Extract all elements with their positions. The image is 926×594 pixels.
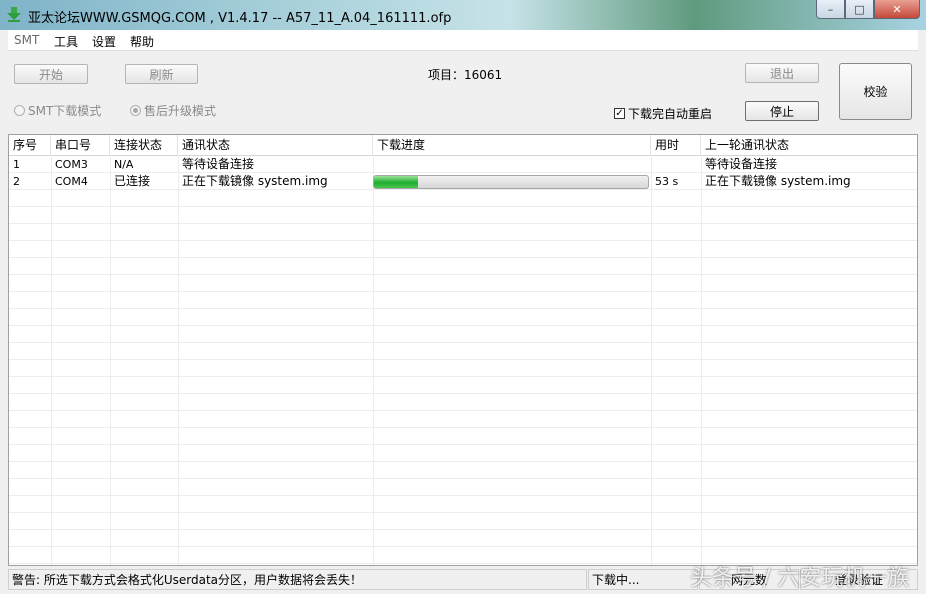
auto-restart-checkbox[interactable]: ✓ 下载完自动重启 — [614, 105, 712, 122]
col-time[interactable]: 用时 — [651, 135, 701, 155]
status-warning: 警告: 所选下载方式会格式化Userdata分区，用户数据将会丢失！ — [8, 569, 587, 590]
row-connection: 已连接 — [114, 174, 151, 188]
table-row-line — [9, 258, 917, 275]
table-header: 序号 串口号 连接状态 通讯状态 下载进度 用时 上一轮通讯状态 — [9, 135, 917, 156]
table-row-line — [9, 513, 917, 530]
table-row-line — [9, 343, 917, 360]
table-row-line — [9, 496, 917, 513]
window-controls: – □ ✕ — [816, 0, 920, 20]
project-label: 项目：16061 — [428, 68, 503, 82]
mode-aftersale-label: 售后升级模式 — [144, 104, 217, 118]
status-bar: 警告: 所选下载方式会格式化Userdata分区，用户数据将会丢失！ 下载中..… — [8, 569, 918, 591]
row-port: COM3 — [55, 158, 88, 171]
window-title: 亚太论坛WWW.GSMQG.COM , V1.4.17 -- A57_11_A.… — [28, 11, 452, 26]
download-arrow-icon — [7, 7, 21, 22]
menu-tools[interactable]: 工具 — [54, 33, 78, 50]
menu-bar: SMT 工具 设置 帮助 — [8, 30, 918, 51]
mode-aftersale-radio[interactable]: 售后升级模式 — [130, 102, 216, 119]
table-row-line — [9, 445, 917, 462]
column-divider — [178, 155, 179, 565]
verify-button[interactable]: 校验 — [839, 63, 912, 120]
col-progress[interactable]: 下载进度 — [373, 135, 651, 155]
table-row-line — [9, 360, 917, 377]
table-row-line — [9, 207, 917, 224]
download-progress-bar — [373, 175, 649, 189]
table-row-line — [9, 275, 917, 292]
table-row-line — [9, 309, 917, 326]
row-comm: 正在下载镜像 system.img — [182, 174, 328, 188]
col-index[interactable]: 序号 — [9, 135, 51, 155]
table-row[interactable]: 2 COM4 已连接 正在下载镜像 system.img 53 s 正在下载镜像… — [9, 173, 917, 190]
refresh-button[interactable]: 刷新 — [125, 64, 198, 84]
auto-restart-label: 下载完自动重启 — [628, 107, 713, 121]
table-row-line — [9, 530, 917, 547]
table-row[interactable]: 1 COM3 N/A 等待设备连接 等待设备连接 — [9, 156, 917, 173]
maximize-icon: □ — [854, 2, 865, 16]
mode-smt-label: SMT下载模式 — [28, 104, 102, 118]
table-row-line — [9, 547, 917, 564]
row-last: 正在下载镜像 system.img — [705, 174, 851, 188]
table-row-line — [9, 394, 917, 411]
column-divider — [51, 155, 52, 565]
status-state: 下载中... — [588, 569, 698, 590]
app-window: 亚太论坛WWW.GSMQG.COM , V1.4.17 -- A57_11_A.… — [0, 0, 926, 594]
control-panel: 开始 刷新 项目：16061 退出 校验 停止 SMT下载模式 售后升级模式 ✓… — [8, 51, 918, 131]
table-row-line — [9, 377, 917, 394]
radio-unselected-icon — [14, 105, 25, 116]
exit-button[interactable]: 退出 — [745, 63, 819, 83]
row-index: 1 — [13, 158, 20, 171]
table-row-line — [9, 241, 917, 258]
table-row-line — [9, 326, 917, 343]
row-port: COM4 — [55, 175, 88, 188]
table-row-line — [9, 462, 917, 479]
row-comm: 等待设备连接 — [182, 157, 255, 171]
column-divider — [701, 155, 702, 565]
table-row-line — [9, 411, 917, 428]
menu-help[interactable]: 帮助 — [130, 33, 154, 50]
close-icon: ✕ — [892, 2, 902, 16]
radio-selected-icon — [130, 105, 141, 116]
menu-settings[interactable]: 设置 — [92, 33, 116, 50]
table-row-line — [9, 224, 917, 241]
status-auth: 登录验证 — [800, 569, 918, 590]
close-button[interactable]: ✕ — [874, 0, 920, 19]
progress-fill — [374, 176, 418, 188]
device-table: 序号 串口号 连接状态 通讯状态 下载进度 用时 上一轮通讯状态 1 COM3 … — [8, 134, 918, 566]
col-last[interactable]: 上一轮通讯状态 — [701, 135, 917, 155]
table-row-line — [9, 190, 917, 207]
column-divider — [651, 155, 652, 565]
col-connection[interactable]: 连接状态 — [110, 135, 178, 155]
start-button[interactable]: 开始 — [14, 64, 88, 84]
col-comm[interactable]: 通讯状态 — [178, 135, 373, 155]
minimize-button[interactable]: – — [816, 0, 845, 19]
column-divider — [373, 155, 374, 565]
column-divider — [110, 155, 111, 565]
stop-button[interactable]: 停止 — [745, 101, 819, 121]
table-row-line — [9, 428, 917, 445]
row-index: 2 — [13, 175, 20, 188]
row-time: 53 s — [655, 175, 679, 188]
row-connection: N/A — [114, 158, 134, 171]
status-net: 网元数 — [699, 569, 799, 590]
minimize-icon: – — [827, 2, 834, 16]
table-row-line — [9, 292, 917, 309]
col-port[interactable]: 串口号 — [51, 135, 110, 155]
row-last: 等待设备连接 — [705, 157, 778, 171]
menu-smt[interactable]: SMT — [14, 33, 39, 47]
table-row-line — [9, 479, 917, 496]
mode-smt-radio[interactable]: SMT下载模式 — [14, 102, 101, 119]
checkmark-icon: ✓ — [614, 108, 625, 119]
maximize-button[interactable]: □ — [845, 0, 874, 19]
title-bar[interactable]: 亚太论坛WWW.GSMQG.COM , V1.4.17 -- A57_11_A.… — [0, 0, 926, 30]
